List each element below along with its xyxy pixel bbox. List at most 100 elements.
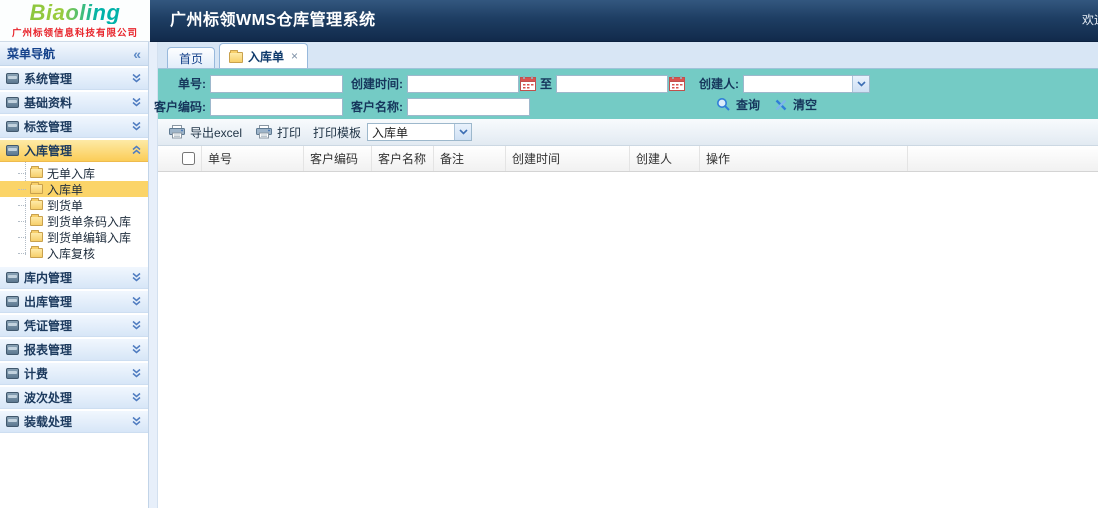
folder-icon [229, 49, 244, 63]
close-icon[interactable]: × [291, 49, 298, 63]
column-header-customer-name[interactable]: 客户名称 [372, 146, 434, 171]
chevron-down-icon [131, 392, 142, 403]
folder-icon [6, 416, 19, 427]
customer-code-input[interactable] [210, 97, 343, 116]
sidebar-group-wave[interactable]: 波次处理 [0, 386, 148, 409]
item-label: 入库单 [47, 182, 84, 197]
doc-no-input[interactable] [210, 74, 343, 93]
sidebar-group-outbound[interactable]: 出库管理 [0, 290, 148, 313]
folder-icon [6, 368, 19, 379]
create-time-label: 创建时间: [351, 77, 403, 91]
calendar-icon[interactable] [520, 76, 536, 91]
customer-code-label: 客户编码: [154, 100, 206, 114]
creator-select[interactable] [743, 74, 871, 93]
folder-icon [6, 272, 19, 283]
item-label: 到货单条码入库 [47, 214, 132, 229]
column-header-creator[interactable]: 创建人 [630, 146, 700, 171]
column-header-actions[interactable]: 操作 [700, 146, 908, 171]
chevron-down-icon [131, 344, 142, 355]
printer-icon [256, 125, 273, 139]
chevron-up-icon [131, 145, 142, 156]
sidebar-group-voucher[interactable]: 凭证管理 [0, 314, 148, 337]
group-label: 出库管理 [24, 295, 73, 309]
sidebar-item-inbound-review[interactable]: 入库复核 [0, 245, 148, 261]
sidebar-item-arrival-order[interactable]: 到货单 [0, 197, 148, 213]
group-label: 库内管理 [24, 271, 73, 285]
select-all-cell [158, 146, 202, 171]
item-label: 到货单 [47, 198, 84, 213]
clear-button[interactable]: 清空 [774, 96, 817, 113]
chevron-down-icon [852, 75, 870, 92]
print-template-select[interactable]: 入库单 [367, 123, 473, 141]
chevron-down-icon [131, 296, 142, 307]
doc-no-label: 单号: [178, 77, 206, 91]
wms-app: 广州标领WMS仓库管理系统 欢迎 Biaoling 广州标领信息科技有限公司 菜… [0, 0, 1098, 508]
calendar-icon[interactable] [669, 76, 686, 91]
folder-icon [30, 182, 43, 194]
sidebar-header: 菜单导航 « [0, 42, 148, 66]
sidebar-group-label[interactable]: 标签管理 [0, 115, 148, 138]
tab-label: 首页 [179, 51, 204, 66]
item-label: 入库复核 [47, 246, 96, 261]
folder-icon [6, 392, 19, 403]
tree-connector [18, 236, 26, 238]
tab-home[interactable]: 首页 [167, 47, 216, 68]
sidebar-item-no-order-inbound[interactable]: 无单入库 [0, 165, 148, 181]
tree-connector [18, 172, 26, 174]
search-row-2: 客户编码: 客户名称: [154, 96, 1098, 117]
customer-name-input[interactable] [407, 97, 530, 116]
column-header-customer-code[interactable]: 客户编码 [304, 146, 372, 171]
column-header-create-time[interactable]: 创建时间 [506, 146, 630, 171]
inbound-submenu: 无单入库 入库单 到货单 到货单条码入库 到货单编辑入库 入库复核 [0, 162, 148, 265]
folder-icon [30, 198, 43, 210]
column-header-remark[interactable]: 备注 [434, 146, 506, 171]
folder-icon [6, 145, 19, 156]
sidebar-group-basedata[interactable]: 基础资料 [0, 91, 148, 114]
select-all-checkbox[interactable] [182, 152, 195, 165]
folder-icon [6, 320, 19, 331]
group-label: 基础资料 [24, 96, 73, 110]
grid-toolbar: 导出excel 打印 打印模板 入库单 [158, 119, 1098, 146]
group-label: 装载处理 [24, 415, 73, 429]
chevron-down-icon [131, 416, 142, 427]
grid-header: 单号 客户编码 客户名称 备注 创建时间 创建人 操作 [158, 146, 1098, 172]
chevron-down-icon [131, 121, 142, 132]
sidebar-group-warehouse[interactable]: 库内管理 [0, 266, 148, 289]
column-header-doc-no[interactable]: 单号 [202, 146, 304, 171]
creator-label: 创建人: [699, 77, 740, 91]
sidebar-item-inbound-order[interactable]: 入库单 [0, 181, 148, 197]
print-button[interactable]: 打印 [252, 122, 305, 143]
print-label: 打印 [277, 125, 302, 140]
sidebar-item-arrival-edit-inbound[interactable]: 到货单编辑入库 [0, 229, 148, 245]
sidebar-group-loading[interactable]: 装载处理 [0, 410, 148, 433]
group-label: 报表管理 [24, 343, 73, 357]
sidebar-collapse-icon[interactable]: « [133, 47, 141, 61]
folder-icon [30, 230, 43, 242]
sidebar-group-inbound[interactable]: 入库管理 [0, 139, 148, 162]
create-time-from-input[interactable] [407, 74, 519, 93]
customer-name-label: 客户名称: [351, 100, 403, 114]
folder-icon [6, 296, 19, 307]
export-excel-button[interactable]: 导出excel [165, 122, 246, 143]
sidebar-group-system[interactable]: 系统管理 [0, 67, 148, 90]
tree-connector [18, 188, 26, 190]
folder-icon [6, 97, 19, 108]
sidebar-title: 菜单导航 [7, 47, 56, 61]
main-panel: 首页 入库单 × 单号: 创建时间: 至 创建人: 客户编码: 客户名称: 查询… [154, 42, 1098, 508]
chevron-down-icon [131, 73, 142, 84]
item-label: 无单入库 [47, 166, 96, 181]
chevron-down-icon [131, 97, 142, 108]
to-label: 至 [540, 77, 553, 91]
brand-wordmark: Biaoling [29, 0, 121, 25]
query-button[interactable]: 查询 [716, 96, 760, 113]
tab-inbound-order[interactable]: 入库单 × [219, 43, 309, 68]
sidebar-item-arrival-barcode-inbound[interactable]: 到货单条码入库 [0, 213, 148, 229]
tree-connector [18, 220, 26, 222]
sidebar-group-report[interactable]: 报表管理 [0, 338, 148, 361]
app-header: 广州标领WMS仓库管理系统 欢迎 [0, 0, 1098, 42]
sidebar-group-billing[interactable]: 计费 [0, 362, 148, 385]
create-time-to-input[interactable] [556, 74, 669, 93]
printer-icon [169, 125, 185, 139]
group-label: 入库管理 [24, 144, 73, 158]
clear-label: 清空 [793, 98, 818, 112]
